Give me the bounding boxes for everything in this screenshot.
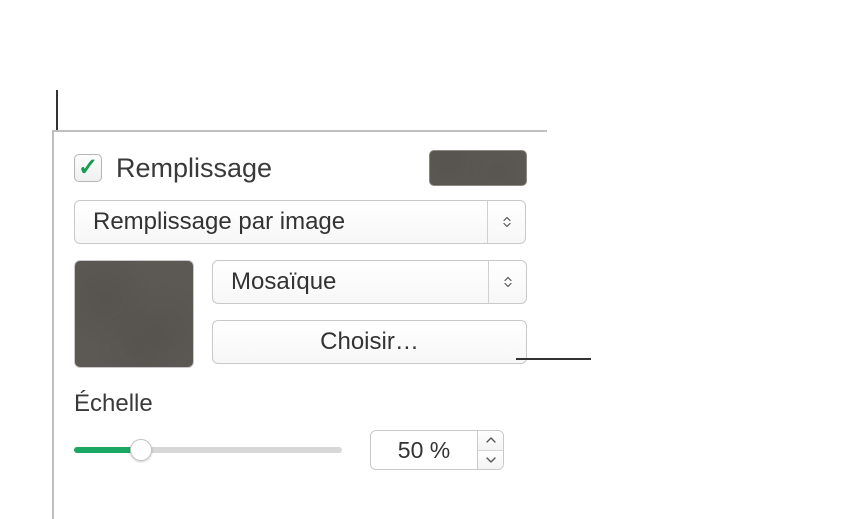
- fill-color-swatch[interactable]: [429, 150, 527, 186]
- fill-label: Remplissage: [116, 153, 429, 184]
- scale-value-field[interactable]: 50 %: [370, 430, 478, 470]
- stepper-up-button[interactable]: [478, 431, 503, 451]
- chevron-updown-icon: [488, 261, 526, 303]
- choose-image-button[interactable]: Choisir…: [212, 320, 527, 364]
- scale-row: 50 %: [74, 430, 527, 470]
- stepper-down-button[interactable]: [478, 451, 503, 470]
- image-fill-controls: Mosaïque Choisir…: [212, 260, 527, 368]
- tile-mode-value: Mosaïque: [213, 268, 488, 296]
- slider-knob[interactable]: [130, 439, 152, 461]
- fill-image-thumbnail[interactable]: [74, 260, 194, 368]
- choose-button-label: Choisir…: [320, 328, 419, 356]
- scale-slider[interactable]: [74, 438, 342, 462]
- fill-type-select[interactable]: Remplissage par image: [74, 200, 526, 244]
- scale-value-group: 50 %: [370, 430, 504, 470]
- fill-type-value: Remplissage par image: [75, 208, 487, 236]
- fill-checkbox[interactable]: ✓: [74, 154, 102, 182]
- scale-label: Échelle: [74, 390, 527, 418]
- scale-stepper: [478, 430, 504, 470]
- image-fill-row: Mosaïque Choisir…: [74, 260, 527, 368]
- checkmark-icon: ✓: [78, 156, 98, 180]
- callout-line-right: [516, 358, 591, 360]
- tile-mode-select[interactable]: Mosaïque: [212, 260, 527, 304]
- fill-header-row: ✓ Remplissage: [74, 150, 527, 186]
- fill-inspector-panel: ✓ Remplissage Remplissage par image Mosa…: [52, 130, 547, 519]
- chevron-updown-icon: [487, 201, 525, 243]
